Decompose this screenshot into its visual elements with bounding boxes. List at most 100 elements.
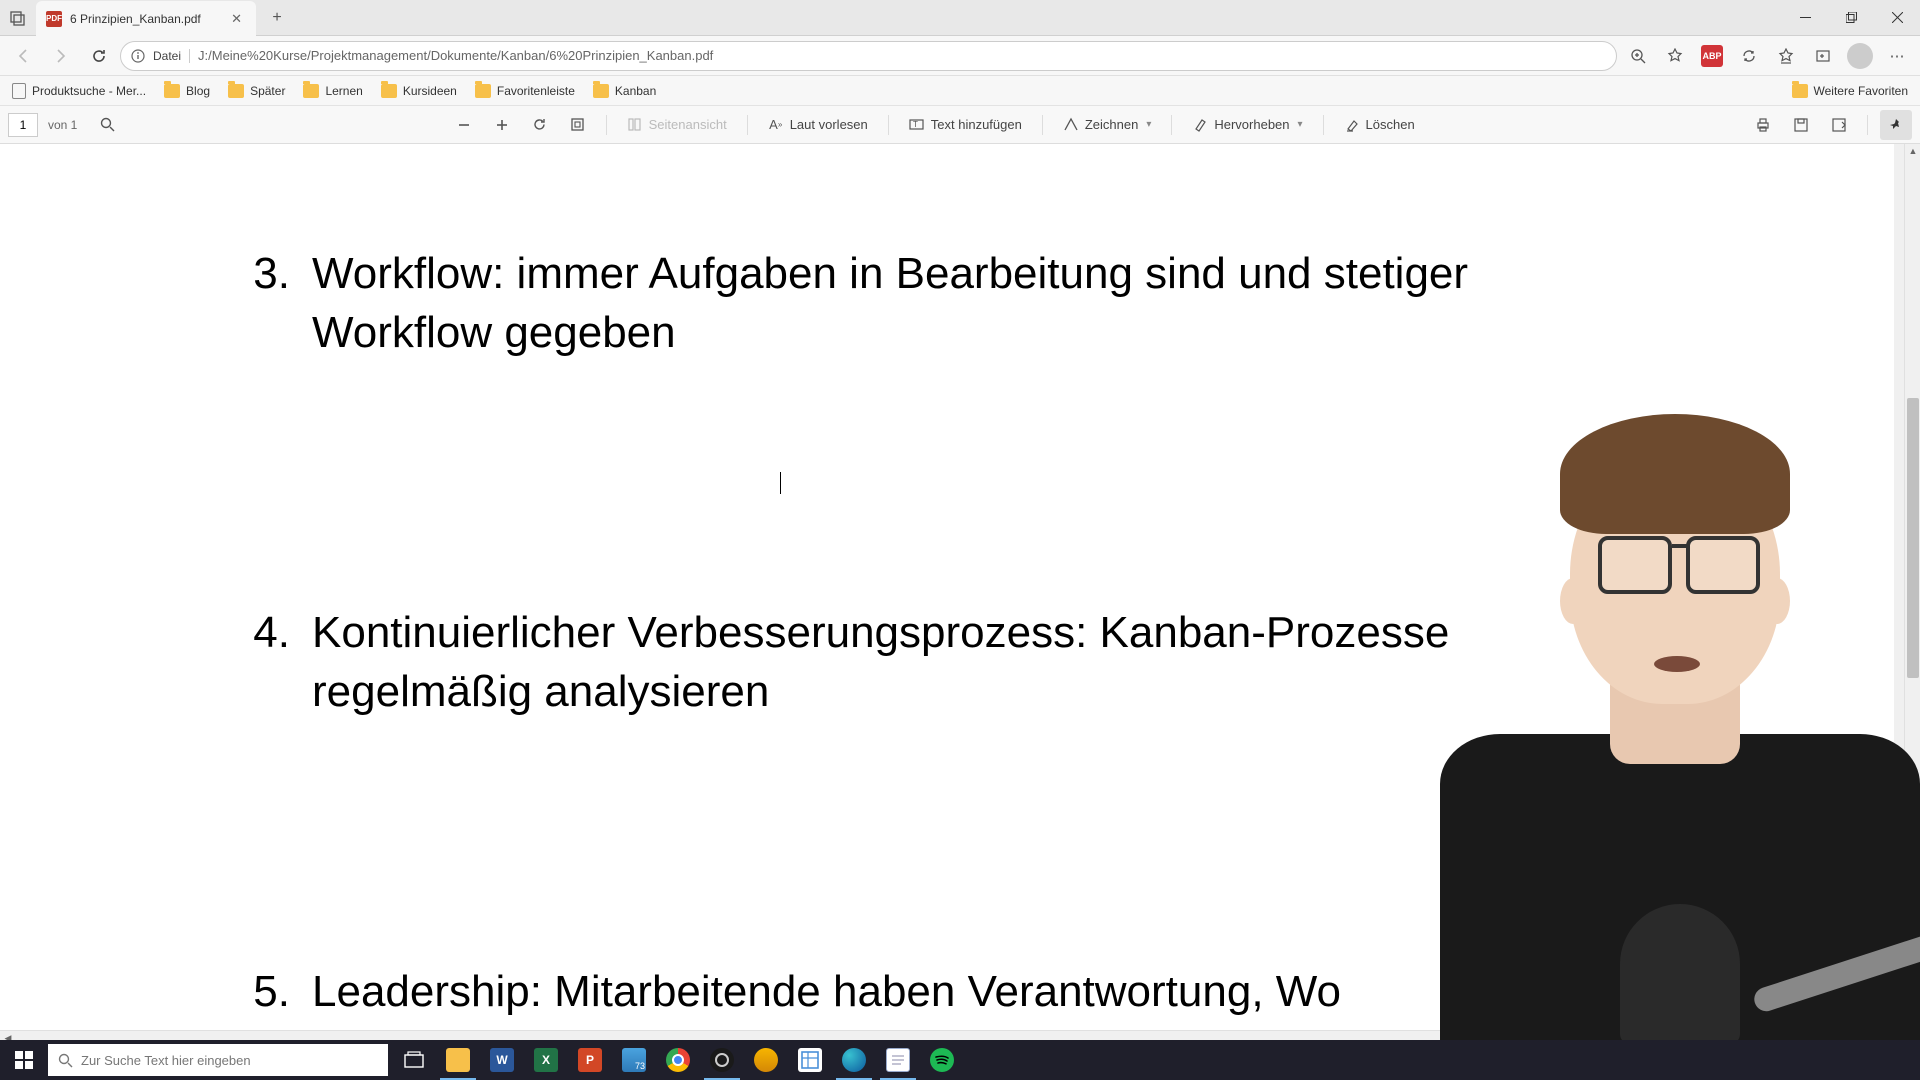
draw-button[interactable]: Zeichnen ▾ <box>1055 113 1160 137</box>
draw-label: Zeichnen <box>1085 117 1138 132</box>
draw-icon <box>1063 117 1079 133</box>
profile-avatar[interactable] <box>1843 40 1877 72</box>
bookmark-item[interactable]: Später <box>220 78 293 104</box>
chrome-icon[interactable] <box>656 1040 700 1080</box>
taskbar-search[interactable]: Zur Suche Text hier eingeben <box>48 1044 388 1076</box>
notepad-icon[interactable] <box>876 1040 920 1080</box>
url-scheme-chip: Datei <box>153 49 190 63</box>
window-minimize-button[interactable] <box>1782 0 1828 36</box>
bookmark-label: Produktsuche - Mer... <box>32 84 146 98</box>
page-view-button[interactable]: Seitenansicht <box>619 113 735 137</box>
bookmark-label: Kursideen <box>403 84 457 98</box>
list-item-4: 4. Kontinuierlicher Verbesserungsprozess… <box>240 603 1654 722</box>
folder-icon <box>1792 84 1808 98</box>
bookmark-label: Weitere Favoriten <box>1814 84 1908 98</box>
info-icon <box>131 49 145 63</box>
bookmark-label: Blog <box>186 84 210 98</box>
list-item-3: 3. Workflow: immer Aufgaben in Bearbeitu… <box>240 244 1654 363</box>
svg-text:T: T <box>913 120 918 129</box>
file-explorer-icon[interactable] <box>436 1040 480 1080</box>
task-view-button[interactable] <box>392 1040 436 1080</box>
app-icon-1[interactable] <box>744 1040 788 1080</box>
abp-extension-icon[interactable]: ABP <box>1695 40 1729 72</box>
chevron-down-icon: ▾ <box>1146 119 1151 130</box>
zoom-out-button[interactable] <box>448 110 480 140</box>
bookmarks-overflow-button[interactable]: Weitere Favoriten <box>1784 78 1916 104</box>
highlight-label: Hervorheben <box>1214 117 1289 132</box>
browser-tab[interactable]: PDF 6 Prinzipien_Kanban.pdf ✕ <box>36 1 256 37</box>
nav-forward-button[interactable] <box>44 40 78 72</box>
browser-titlebar: PDF 6 Prinzipien_Kanban.pdf ✕ + <box>0 0 1920 36</box>
word-icon[interactable]: W <box>480 1040 524 1080</box>
scrollbar-thumb[interactable] <box>1907 398 1919 678</box>
read-aloud-button[interactable]: A»Laut vorlesen <box>760 113 876 137</box>
save-button[interactable] <box>1785 110 1817 140</box>
weather-icon[interactable]: 73 <box>612 1040 656 1080</box>
zoom-indicator-icon[interactable] <box>1621 40 1655 72</box>
page-view-label: Seitenansicht <box>649 117 727 132</box>
bookmark-item[interactable]: Blog <box>156 78 218 104</box>
browser-address-bar: Datei J:/Meine%20Kurse/Projektmanagement… <box>0 36 1920 76</box>
add-text-button[interactable]: T Text hinzufügen <box>901 113 1030 137</box>
app-icon-2[interactable] <box>788 1040 832 1080</box>
spotify-icon[interactable] <box>920 1040 964 1080</box>
scroll-up-arrow[interactable]: ▲ <box>1905 144 1920 158</box>
folder-icon <box>381 84 397 98</box>
scroll-down-arrow[interactable]: ▼ <box>1905 1016 1920 1030</box>
nav-back-button[interactable] <box>6 40 40 72</box>
chevron-down-icon: ▾ <box>1298 119 1303 130</box>
rotate-button[interactable] <box>524 110 556 140</box>
bookmark-item[interactable]: Favoritenleiste <box>467 78 583 104</box>
save-as-button[interactable] <box>1823 110 1855 140</box>
edge-icon[interactable] <box>832 1040 876 1080</box>
bookmark-item[interactable]: Kursideen <box>373 78 465 104</box>
print-button[interactable] <box>1747 110 1779 140</box>
pin-toolbar-button[interactable] <box>1880 110 1912 140</box>
bookmark-item[interactable]: Produktsuche - Mer... <box>4 78 154 104</box>
page-icon <box>12 83 26 99</box>
erase-button[interactable]: Löschen <box>1336 113 1423 137</box>
page-number-input[interactable] <box>8 113 38 137</box>
sync-icon[interactable] <box>1732 40 1766 72</box>
window-close-button[interactable] <box>1874 0 1920 36</box>
highlight-button[interactable]: Hervorheben ▾ <box>1184 113 1310 137</box>
tab-close-button[interactable]: ✕ <box>227 9 246 29</box>
collections-icon[interactable] <box>1806 40 1840 72</box>
favorites-star-icon[interactable] <box>1658 40 1692 72</box>
bookmark-label: Kanban <box>615 84 656 98</box>
vertical-scrollbar[interactable]: ▲ ▼ <box>1904 144 1920 1030</box>
add-text-label: Text hinzufügen <box>931 117 1022 132</box>
windows-taskbar: Zur Suche Text hier eingeben W X P 73 <box>0 1040 1920 1080</box>
powerpoint-icon[interactable]: P <box>568 1040 612 1080</box>
fit-page-button[interactable] <box>562 110 594 140</box>
new-tab-button[interactable]: + <box>262 3 292 33</box>
url-text: J:/Meine%20Kurse/Projektmanagement/Dokum… <box>198 48 1606 63</box>
bookmark-item[interactable]: Kanban <box>585 78 664 104</box>
zoom-in-button[interactable] <box>486 110 518 140</box>
favorites-button[interactable] <box>1769 40 1803 72</box>
text-cursor <box>780 472 781 494</box>
more-menu-button[interactable]: ⋯ <box>1880 40 1914 72</box>
search-icon <box>58 1053 73 1068</box>
tab-actions-icon[interactable] <box>0 0 36 36</box>
url-field[interactable]: Datei J:/Meine%20Kurse/Projektmanagement… <box>120 41 1617 71</box>
find-button[interactable] <box>91 110 123 140</box>
nav-refresh-button[interactable] <box>82 40 116 72</box>
erase-icon <box>1344 117 1360 133</box>
window-maximize-button[interactable] <box>1828 0 1874 36</box>
folder-icon <box>593 84 609 98</box>
obs-icon[interactable] <box>700 1040 744 1080</box>
bookmark-label: Später <box>250 84 285 98</box>
start-button[interactable] <box>0 1040 48 1080</box>
bookmarks-bar: Produktsuche - Mer... Blog Später Lernen… <box>0 76 1920 106</box>
add-text-icon: T <box>909 117 925 133</box>
page-view-icon <box>627 117 643 133</box>
read-aloud-icon: A» <box>768 117 784 133</box>
list-number: 3. <box>240 244 290 363</box>
search-placeholder: Zur Suche Text hier eingeben <box>81 1053 251 1068</box>
folder-icon <box>164 84 180 98</box>
list-number: 4. <box>240 603 290 722</box>
bookmark-item[interactable]: Lernen <box>295 78 370 104</box>
excel-icon[interactable]: X <box>524 1040 568 1080</box>
pdf-page[interactable]: 3. Workflow: immer Aufgaben in Bearbeitu… <box>0 144 1894 1044</box>
